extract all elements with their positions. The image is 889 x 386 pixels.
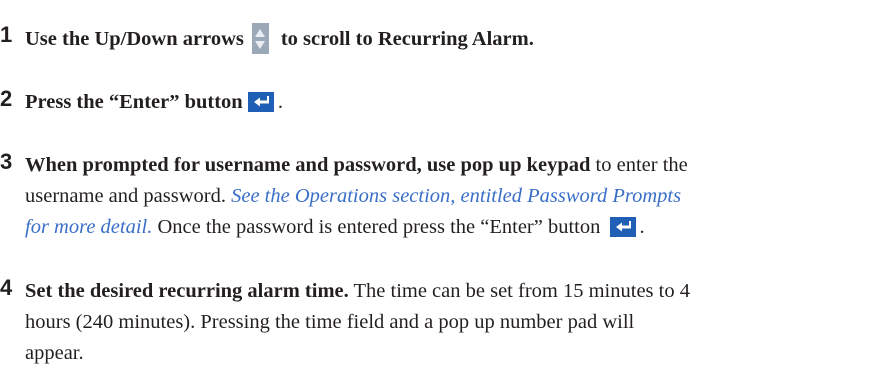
step-1-text-b: to scroll to Recurring Alarm.	[280, 28, 534, 50]
step-3-period: .	[639, 216, 645, 238]
step-text: Use the Up/Down arrows to scroll to Recur…	[25, 23, 887, 54]
step-2-text-a: Press the “Enter” button	[25, 91, 243, 113]
step-number: 1	[0, 22, 13, 47]
step-number: 4	[0, 275, 13, 300]
step-4-text-a: The time can be set from 15 minutes to 4	[348, 280, 690, 302]
enter-key-icon	[247, 92, 274, 112]
step-text: Set the desired recurring alarm time. Th…	[25, 276, 887, 369]
operations-section-link[interactable]: See the Operations section, entitled Pas…	[231, 185, 681, 207]
step-4-line3: appear.	[25, 342, 84, 364]
step-number: 2	[0, 86, 13, 111]
step-number: 3	[0, 149, 13, 174]
step-4-line2: hours (240 minutes). Pressing the time f…	[25, 311, 635, 333]
step-2-text-b: .	[277, 91, 283, 113]
more-detail-link[interactable]: for more detail.	[25, 216, 152, 238]
step-3-text-a: to enter the	[590, 154, 688, 176]
step-3-line2: username and password.	[25, 185, 232, 207]
step-3-line3: Once the password is entered press the “…	[152, 216, 606, 238]
step-3-bold: When prompted for username and password,…	[25, 154, 591, 176]
up-down-arrows-icon	[251, 23, 269, 54]
step-1-text-a: Use the Up/Down arrows	[25, 28, 244, 50]
enter-key-icon	[609, 217, 636, 237]
step-4-bold: Set the desired recurring alarm time.	[25, 280, 349, 302]
step-text: Press the “Enter” button .	[25, 87, 887, 118]
step-text: When prompted for username and password,…	[25, 150, 887, 243]
